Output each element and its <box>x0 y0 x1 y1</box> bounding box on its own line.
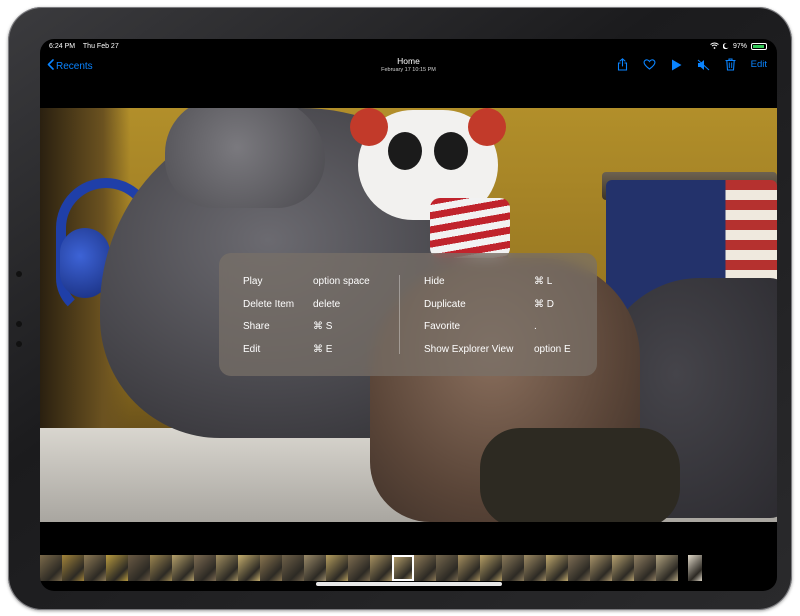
filmstrip-frame[interactable] <box>370 555 392 581</box>
filmstrip-frame[interactable] <box>128 555 150 581</box>
panda-shirt-image <box>430 198 510 258</box>
trash-icon[interactable] <box>724 58 737 71</box>
shortcuts-divider <box>399 275 400 354</box>
filmstrip-frame[interactable] <box>436 555 458 581</box>
sleeve-image <box>480 428 680 522</box>
shortcut-key: option E <box>534 343 571 355</box>
status-time: 6:24 PM <box>49 43 76 50</box>
filmstrip-frame[interactable] <box>348 555 370 581</box>
filmstrip-frame[interactable] <box>524 555 546 581</box>
side-sensor-dot <box>16 321 22 327</box>
shortcut-key: ⌘ S <box>313 320 333 332</box>
shortcut-key: . <box>534 320 537 332</box>
moon-icon <box>722 42 729 51</box>
home-indicator[interactable] <box>316 582 502 586</box>
shortcut-key: option space <box>313 275 370 287</box>
filmstrip-current-frame[interactable] <box>392 555 414 581</box>
navigation-bar: Recents Home February 17 10:15 PM Edit <box>40 53 777 81</box>
filmstrip-scrubber[interactable] <box>40 555 777 581</box>
side-sensor-dot-2 <box>16 341 22 347</box>
filmstrip-frame[interactable] <box>106 555 128 581</box>
filmstrip-frame[interactable] <box>326 555 348 581</box>
shortcut-label: Favorite <box>424 320 461 332</box>
filmstrip-frame[interactable] <box>260 555 282 581</box>
filmstrip-frame[interactable] <box>282 555 304 581</box>
shortcut-label: Hide <box>424 275 445 287</box>
cat-head-image <box>165 108 325 208</box>
filmstrip-frame[interactable] <box>688 555 702 581</box>
panda-eye <box>434 132 468 170</box>
filmstrip-frame[interactable] <box>194 555 216 581</box>
filmstrip-frame[interactable] <box>62 555 84 581</box>
filmstrip-frame[interactable] <box>172 555 194 581</box>
panda-eye <box>388 132 422 170</box>
filmstrip-frame[interactable] <box>216 555 238 581</box>
shortcut-label: Share <box>243 320 270 332</box>
filmstrip-frame[interactable] <box>568 555 590 581</box>
wifi-icon <box>710 42 719 51</box>
filmstrip-frame[interactable] <box>656 555 678 581</box>
battery-percent: 97% <box>732 43 747 50</box>
filmstrip-frame[interactable] <box>40 555 62 581</box>
filmstrip-frame[interactable] <box>502 555 524 581</box>
shortcut-key: ⌘ D <box>534 298 554 310</box>
filmstrip-frame[interactable] <box>238 555 260 581</box>
filmstrip-frame[interactable] <box>480 555 502 581</box>
mute-icon[interactable] <box>697 58 710 71</box>
status-date: Thu Feb 27 <box>82 43 119 50</box>
ipad-device-frame: 6:24 PM Thu Feb 27 97% Recents Home Febr… <box>8 7 792 610</box>
filmstrip-frame[interactable] <box>546 555 568 581</box>
filmstrip-frame[interactable] <box>150 555 172 581</box>
filmstrip-frame[interactable] <box>458 555 480 581</box>
shortcut-key: delete <box>313 298 341 310</box>
shortcut-key: ⌘ L <box>534 275 553 287</box>
play-icon[interactable] <box>670 58 683 71</box>
filmstrip-frame[interactable] <box>634 555 656 581</box>
screen: 6:24 PM Thu Feb 27 97% Recents Home Febr… <box>40 39 777 591</box>
panda-ear <box>468 108 506 146</box>
battery-icon <box>751 43 767 50</box>
shortcut-label: Show Explorer View <box>424 343 514 355</box>
filmstrip-frame[interactable] <box>84 555 106 581</box>
shortcut-label: Play <box>243 275 263 287</box>
filmstrip-frame[interactable] <box>590 555 612 581</box>
shortcut-key: ⌘ E <box>313 343 333 355</box>
panda-ear <box>350 108 388 146</box>
shortcut-label: Edit <box>243 343 261 355</box>
keyboard-shortcuts-overlay: Play option space Delete Item delete Sha… <box>219 253 597 376</box>
status-bar: 6:24 PM Thu Feb 27 97% <box>40 39 777 53</box>
shortcut-label: Delete Item <box>243 298 295 310</box>
shortcut-label: Duplicate <box>424 298 466 310</box>
filmstrip-frame[interactable] <box>414 555 436 581</box>
share-icon[interactable] <box>616 58 629 71</box>
filmstrip-frame[interactable] <box>612 555 634 581</box>
filmstrip-frame[interactable] <box>304 555 326 581</box>
heart-icon[interactable] <box>643 58 656 71</box>
edit-button[interactable]: Edit <box>751 59 767 70</box>
side-camera-dot <box>16 271 22 277</box>
